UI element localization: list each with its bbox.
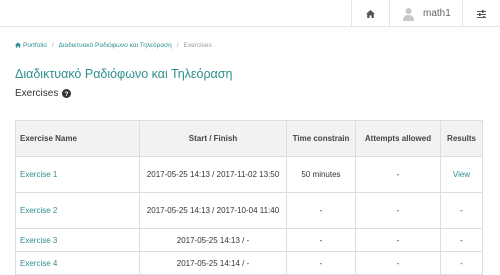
attempts-cell: -: [355, 251, 441, 275]
time-cell: 50 minutes: [286, 156, 356, 193]
dates-cell: 2017-05-25 14:14 / -: [139, 251, 287, 275]
dates-cell: 2017-05-25 14:13 / -: [139, 228, 287, 252]
results-cell: -: [440, 251, 483, 275]
breadcrumb-separator: /: [176, 41, 179, 49]
table-row: Exercise 4 2017-05-25 14:14 / - - - -: [15, 251, 483, 275]
attempts-cell: -: [355, 156, 441, 193]
page-title: Διαδικτυακό Ραδιόφωνο και Τηλεόραση: [15, 67, 233, 81]
exercise-name-cell: Exercise 1: [15, 156, 140, 193]
time-cell: -: [286, 192, 356, 229]
sliders-icon: [477, 5, 486, 23]
time-cell: -: [286, 228, 356, 252]
results-cell: View: [440, 156, 483, 193]
exercise-link[interactable]: Exercise 2: [20, 206, 57, 215]
attempts-cell: -: [355, 192, 441, 229]
home-icon: [15, 42, 21, 48]
user-menu[interactable]: math1: [390, 0, 462, 27]
breadcrumb-course[interactable]: Διαδικτυακό Ραδιόφωνο και Τηλεόραση: [59, 42, 172, 49]
breadcrumb-portfolio[interactable]: Portfolio: [23, 42, 47, 49]
exercise-link[interactable]: Exercise 4: [20, 259, 57, 268]
home-button[interactable]: [352, 0, 389, 27]
col-start-finish: Start / Finish: [139, 120, 287, 157]
col-attempts: Attempts allowed: [355, 120, 441, 157]
username: math1: [423, 8, 451, 19]
subtitle-text: Exercises: [15, 88, 59, 99]
user-icon: [403, 7, 414, 21]
dates-cell: 2017-05-25 14:13 / 2017-11-02 13:50: [139, 156, 287, 193]
attempts-cell: -: [355, 228, 441, 252]
exercise-name-cell: Exercise 2: [15, 192, 140, 229]
breadcrumb-current: Exercises: [183, 41, 212, 49]
table-header-row: Exercise Name Start / Finish Time constr…: [15, 120, 483, 157]
section-subtitle: Exercises ?: [15, 88, 72, 99]
table-row: Exercise 2 2017-05-25 14:13 / 2017-10-04…: [15, 192, 483, 229]
svg-text:?: ?: [65, 91, 69, 98]
col-exercise-name: Exercise Name: [15, 120, 140, 157]
col-time-constrain: Time constrain: [286, 120, 356, 157]
exercise-link[interactable]: Exercise 1: [20, 170, 57, 179]
breadcrumb-separator: /: [51, 41, 54, 49]
breadcrumb: Portfolio / Διαδικτυακό Ραδιόφωνο και Τη…: [15, 40, 212, 50]
exercise-name-cell: Exercise 3: [15, 228, 140, 252]
col-results: Results: [440, 120, 483, 157]
settings-button[interactable]: [463, 0, 500, 27]
question-circle-icon[interactable]: ?: [62, 89, 72, 98]
exercises-table: Exercise Name Start / Finish Time constr…: [15, 120, 483, 275]
table-row: Exercise 3 2017-05-25 14:13 / - - - -: [15, 228, 483, 252]
top-navbar: math1: [0, 0, 500, 27]
results-cell: -: [440, 228, 483, 252]
table-row: Exercise 1 2017-05-25 14:13 / 2017-11-02…: [15, 156, 483, 193]
home-icon: [366, 5, 375, 23]
exercise-link[interactable]: Exercise 3: [20, 236, 57, 245]
results-cell: -: [440, 192, 483, 229]
dates-cell: 2017-05-25 14:13 / 2017-10-04 11:40: [139, 192, 287, 229]
time-cell: -: [286, 251, 356, 275]
view-results-link[interactable]: View: [453, 170, 470, 179]
exercise-name-cell: Exercise 4: [15, 251, 140, 275]
